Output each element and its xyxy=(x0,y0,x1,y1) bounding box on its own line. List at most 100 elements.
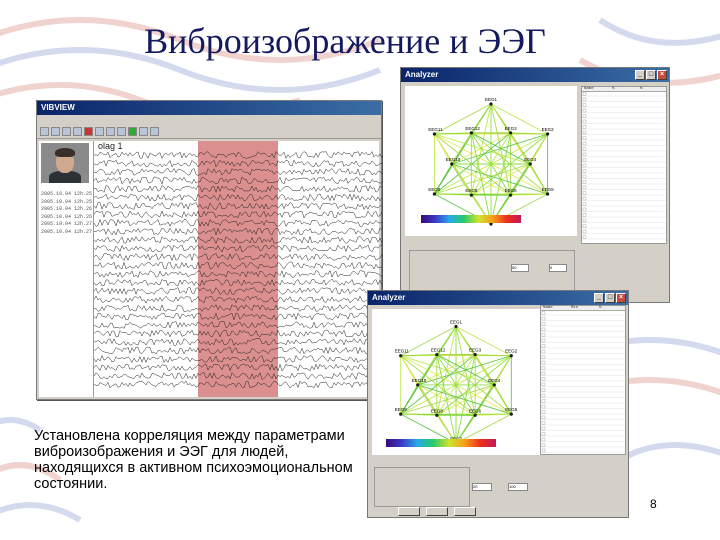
network-node[interactable] xyxy=(489,102,493,106)
network-node[interactable] xyxy=(435,352,439,357)
row-checkbox[interactable] xyxy=(541,404,546,409)
row-checkbox[interactable] xyxy=(582,174,587,179)
row-checkbox[interactable] xyxy=(582,158,587,162)
row-checkbox[interactable] xyxy=(582,119,587,124)
analyzer-1-titlebar[interactable]: Analyzer _ □ × xyxy=(401,68,669,82)
network-node[interactable] xyxy=(432,192,436,196)
eeg-trace-panel[interactable]: olag 1 xyxy=(93,141,383,397)
network-node[interactable] xyxy=(435,413,439,417)
row-checkbox[interactable] xyxy=(541,338,546,343)
row-checkbox[interactable] xyxy=(582,114,587,118)
row-checkbox[interactable] xyxy=(582,125,587,129)
network-node[interactable] xyxy=(450,162,454,166)
row-checkbox[interactable] xyxy=(541,388,546,392)
row-checkbox[interactable] xyxy=(582,185,587,190)
row-checkbox[interactable] xyxy=(541,316,546,321)
print-icon[interactable] xyxy=(150,127,159,136)
threshold-field[interactable]: 50 xyxy=(511,264,529,272)
close-button[interactable]: × xyxy=(657,70,667,80)
stop-icon[interactable] xyxy=(73,127,82,136)
row-checkbox[interactable] xyxy=(541,377,546,381)
row-checkbox[interactable] xyxy=(541,448,546,453)
analyzer-button[interactable] xyxy=(426,507,448,516)
row-checkbox[interactable] xyxy=(541,410,546,414)
play-icon[interactable] xyxy=(62,127,71,136)
row-checkbox[interactable] xyxy=(582,202,587,206)
row-checkbox[interactable] xyxy=(582,130,587,135)
row-checkbox[interactable] xyxy=(582,97,587,102)
analyzer-button[interactable] xyxy=(454,507,476,516)
network-node[interactable] xyxy=(473,352,477,357)
open-icon[interactable] xyxy=(40,127,49,136)
channel-table-2[interactable]: Name Min % xyxy=(540,305,626,455)
row-checkbox[interactable] xyxy=(582,169,587,173)
row-checkbox[interactable] xyxy=(541,426,546,431)
timestamp-item[interactable]: 2005.10.04 12h.25:06 xyxy=(41,191,93,199)
row-checkbox[interactable] xyxy=(582,136,587,140)
row-checkbox[interactable] xyxy=(541,333,546,337)
network-node[interactable] xyxy=(399,412,403,416)
level-field[interactable]: 0 xyxy=(549,264,567,272)
network-node[interactable] xyxy=(528,162,532,166)
row-checkbox[interactable] xyxy=(541,311,546,315)
row-checkbox[interactable] xyxy=(582,180,587,184)
row-checkbox[interactable] xyxy=(541,366,546,370)
network-node[interactable] xyxy=(454,324,458,329)
row-checkbox[interactable] xyxy=(541,432,546,436)
level-field[interactable]: 100 xyxy=(508,483,528,491)
network-node[interactable] xyxy=(509,193,513,197)
row-checkbox[interactable] xyxy=(541,355,546,359)
row-checkbox[interactable] xyxy=(541,327,546,332)
network-node[interactable] xyxy=(469,131,473,135)
row-checkbox[interactable] xyxy=(582,191,587,195)
row-checkbox[interactable] xyxy=(582,224,587,228)
row-checkbox[interactable] xyxy=(582,152,587,157)
record-icon[interactable] xyxy=(84,127,93,136)
eeg-menubar[interactable] xyxy=(37,115,381,125)
maximize-button[interactable]: □ xyxy=(646,70,656,80)
row-checkbox[interactable] xyxy=(541,399,546,403)
zoom-out-icon[interactable] xyxy=(106,127,115,136)
save-icon[interactable] xyxy=(51,127,60,136)
analyzer-2-options[interactable] xyxy=(374,467,470,507)
row-checkbox[interactable] xyxy=(582,103,587,107)
analyzer-2-titlebar[interactable]: Analyzer _ □ × xyxy=(368,291,628,305)
threshold-field[interactable]: 20 xyxy=(472,483,492,491)
network-node[interactable] xyxy=(546,132,550,136)
timestamp-item[interactable]: 2005.10.04 12h.25:36 xyxy=(41,199,93,207)
minimize-button[interactable]: _ xyxy=(635,70,645,80)
channel-table-1[interactable]: Name % % xyxy=(581,86,667,244)
network-node[interactable] xyxy=(492,383,496,387)
row-checkbox[interactable] xyxy=(582,213,587,217)
row-checkbox[interactable] xyxy=(582,218,587,223)
row-checkbox[interactable] xyxy=(582,207,587,212)
row-checkbox[interactable] xyxy=(541,371,546,376)
network-node[interactable] xyxy=(399,354,403,358)
marker-icon[interactable] xyxy=(128,127,137,136)
network-node[interactable] xyxy=(509,412,513,416)
close-button[interactable]: × xyxy=(616,293,626,303)
minimize-button[interactable]: _ xyxy=(594,293,604,303)
network-node[interactable] xyxy=(469,193,473,197)
row-checkbox[interactable] xyxy=(582,92,587,96)
row-checkbox[interactable] xyxy=(582,229,587,234)
settings-icon[interactable] xyxy=(117,127,126,136)
network-node[interactable] xyxy=(432,132,436,136)
row-checkbox[interactable] xyxy=(541,360,546,365)
row-checkbox[interactable] xyxy=(541,437,546,442)
row-checkbox[interactable] xyxy=(541,382,546,387)
timestamp-item[interactable]: 2005.10.04 12h.27:36 xyxy=(41,229,93,237)
row-checkbox[interactable] xyxy=(582,141,587,146)
row-checkbox[interactable] xyxy=(541,393,546,398)
timestamp-item[interactable]: 2005.10.04 12h.26:36 xyxy=(41,214,93,222)
zoom-in-icon[interactable] xyxy=(95,127,104,136)
row-checkbox[interactable] xyxy=(541,421,546,425)
eeg-window-titlebar[interactable]: VIBVIEW xyxy=(37,101,381,115)
row-checkbox[interactable] xyxy=(582,108,587,113)
network-node[interactable] xyxy=(509,131,513,135)
timestamp-item[interactable]: 2005.10.04 12h.26:06 xyxy=(41,206,93,214)
filter-icon[interactable] xyxy=(139,127,148,136)
maximize-button[interactable]: □ xyxy=(605,293,615,303)
timestamp-item[interactable]: 2005.10.04 12h.27:06 xyxy=(41,221,93,229)
network-node[interactable] xyxy=(416,383,420,387)
